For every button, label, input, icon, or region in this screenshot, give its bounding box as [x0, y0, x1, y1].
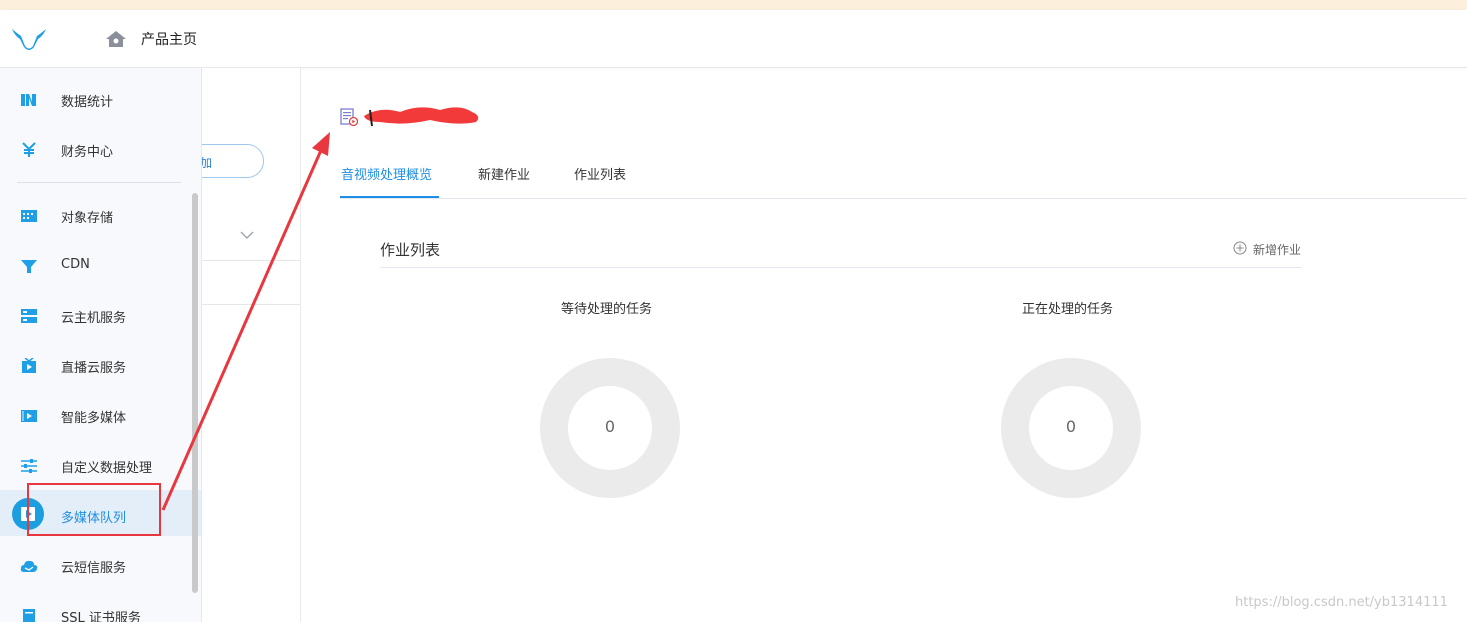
watermark-text: https://blog.csdn.net/yb1314111 [1235, 595, 1448, 610]
divider [202, 260, 300, 261]
tab-new-job[interactable]: 新建作业 [478, 164, 530, 183]
sidebar-item-media-queue[interactable]: 多媒体队列 [0, 490, 201, 536]
chevron-down-icon [240, 231, 254, 239]
sidebar-item-live-cloud[interactable]: 直播云服务 [0, 343, 201, 389]
sidebar-item-cloud-sms[interactable]: 云短信服务 [0, 543, 201, 589]
logo-icon[interactable] [10, 26, 48, 52]
cdn-icon [21, 260, 37, 273]
cloud-sms-icon [20, 560, 38, 572]
server-icon [21, 309, 37, 323]
media-document-icon [340, 108, 358, 126]
processing-tasks-label: 正在处理的任务 [1022, 302, 1114, 317]
storage-icon [21, 210, 37, 222]
stats-icon [21, 94, 36, 106]
certificate-icon [23, 609, 35, 622]
processing-tasks-value: 0 [1065, 417, 1077, 436]
redaction-mark [364, 107, 479, 127]
top-header: 产品主页 [0, 10, 1467, 68]
divider [202, 304, 300, 305]
tab-overview[interactable]: 音视频处理概览 [341, 164, 432, 183]
sidebar-item-ssl[interactable]: SSL 证书服务 [0, 593, 201, 622]
yen-icon [22, 142, 36, 157]
sidebar-scrollbar[interactable] [192, 193, 198, 593]
sidebar-item-object-storage[interactable]: 对象存储 [0, 193, 201, 239]
play-icon [12, 498, 44, 530]
active-tab-indicator [340, 196, 439, 198]
sidebar: 数据统计 财务中心 对象存储 CDN 云主机服务 直播云服务 智能多媒体 自定义… [0, 68, 202, 622]
pending-tasks-label: 等待处理的任务 [561, 302, 653, 317]
tv-icon [22, 358, 36, 373]
top-notice-strip [0, 0, 1467, 10]
home-icon[interactable] [105, 29, 127, 49]
tab-bar: 音视频处理概览 新建作业 作业列表 [340, 160, 1467, 199]
sidebar-item-finance[interactable]: 财务中心 [0, 127, 201, 173]
sidebar-item-cloud-host[interactable]: 云主机服务 [0, 293, 201, 339]
product-home-link[interactable]: 产品主页 [141, 29, 197, 49]
sidebar-item-custom-data[interactable]: 自定义数据处理 [0, 443, 201, 489]
media-icon [21, 410, 37, 422]
sidebar-item-smart-media[interactable]: 智能多媒体 [0, 393, 201, 439]
tab-job-list[interactable]: 作业列表 [574, 164, 626, 183]
plus-circle-icon [1233, 241, 1247, 255]
sliders-icon [21, 459, 37, 473]
sidebar-item-stats[interactable]: 数据统计 [0, 77, 201, 123]
sidebar-divider [17, 182, 181, 183]
card-divider [380, 267, 1302, 268]
sidebar-item-cdn[interactable]: CDN [0, 243, 201, 289]
pending-tasks-value: 0 [604, 417, 616, 436]
card-title: 作业列表 [380, 241, 441, 259]
